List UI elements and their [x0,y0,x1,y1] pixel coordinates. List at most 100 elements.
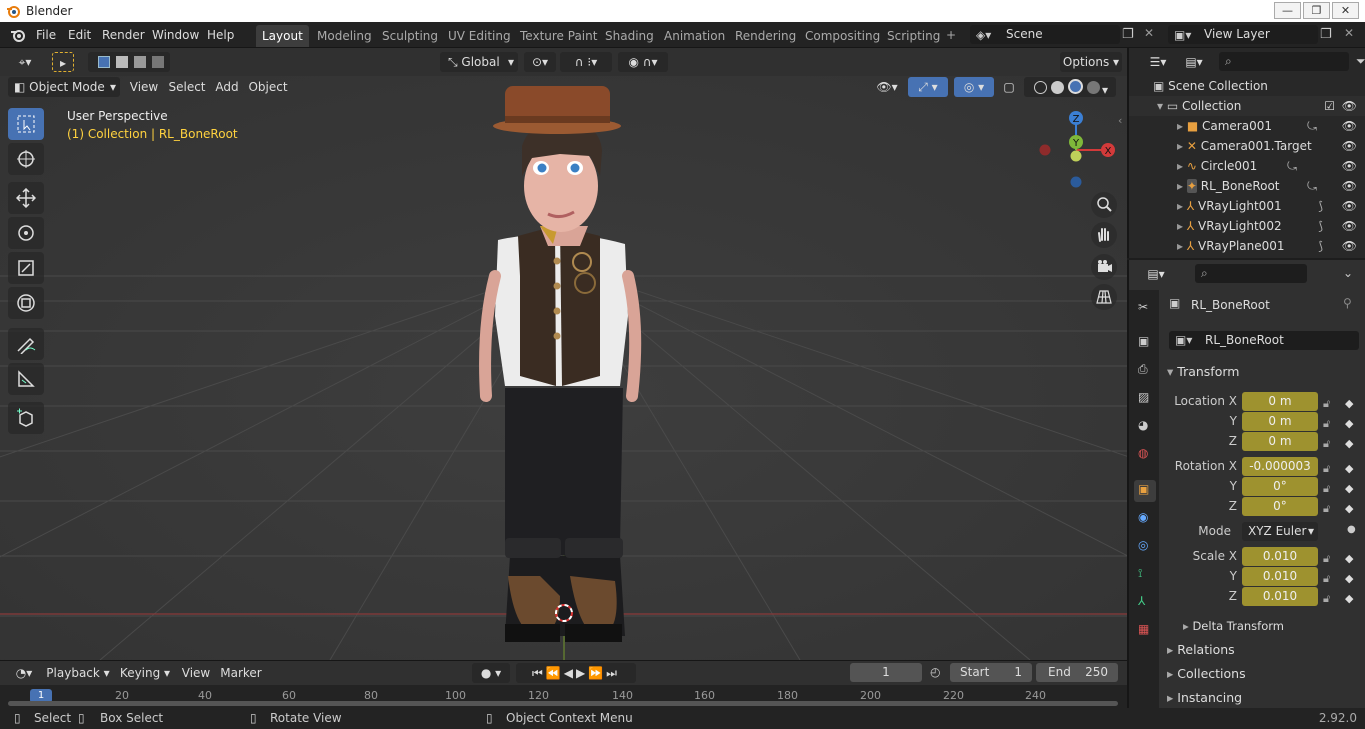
outliner-item[interactable]: ▸ ⅄ VRayPlane001 ⟆ 👁 [1129,236,1365,256]
gizmo-toggle-icon[interactable]: ⤢ ▾ [908,77,948,97]
checkbox-icon[interactable]: ☑ [1324,96,1335,116]
keyframe-icon[interactable]: ◆ ◆ ◆ [1345,459,1353,519]
lock-icon[interactable]: 🔓︎ 🔓︎ 🔓︎ [1323,394,1330,454]
3d-viewport[interactable] [0,76,1127,660]
outliner-item[interactable]: ▸ ⅄ VRayLight001 ⟆ 👁 [1129,196,1365,216]
rotation-x-field[interactable]: -0.000003 [1242,457,1318,476]
tab-animation[interactable]: Animation [658,25,731,47]
scene-selector[interactable]: Scene [970,25,1120,44]
pan-hand-icon[interactable] [1091,222,1117,248]
playback-controls[interactable]: ⏮⏪◀▶⏩⏭ [516,663,636,683]
tab-rendering[interactable]: Rendering [729,25,802,47]
select-box-tool[interactable] [8,108,44,140]
remove-view-layer-icon[interactable]: ✕ [1344,26,1362,42]
start-frame-field[interactable]: Start 1 [950,663,1032,682]
outliner-collection[interactable]: ▾ ▭ Collection ☑ 👁 [1129,96,1365,116]
editor-type-icon[interactable]: ⌖▾ [8,52,42,72]
outliner-editor-type-icon[interactable]: ☰▾ [1143,52,1173,72]
outliner-item[interactable]: ▸ ✦ RL_BoneRoot ⤿ 👁 [1129,176,1365,196]
move-tool[interactable] [8,182,44,214]
modifier-tab-icon[interactable]: ◉ [1134,508,1156,530]
tab-layout[interactable]: Layout [256,25,309,47]
maximize-button[interactable]: ❐ [1303,2,1330,19]
remove-scene-icon[interactable]: ✕ [1144,26,1162,42]
scene-tab-icon[interactable]: ◕ [1134,416,1156,438]
eye-icon[interactable]: 👁 [1342,156,1357,176]
selection-mode-icons[interactable] [88,52,170,72]
render-tab-icon[interactable]: ▣ [1134,332,1156,354]
animate-dot-icon[interactable]: ● [1347,524,1356,535]
transform-orientation-dropdown[interactable]: ⤡ Global ▾ [440,52,518,72]
new-scene-icon[interactable]: ❐ [1122,27,1140,43]
timeline-scrollbar[interactable] [8,701,1118,706]
collections-panel[interactable]: ▸ Collections [1167,666,1246,681]
navigation-gizmo[interactable]: Z X Y [1030,104,1122,196]
scale-z-field[interactable]: 0.010 [1242,587,1318,606]
tab-modeling[interactable]: Modeling [311,25,378,47]
tab-texture-paint[interactable]: Texture Paint [514,25,603,47]
outliner-item[interactable]: ▸ ✕ Camera001.Target 👁 [1129,136,1365,156]
tab-scripting[interactable]: Scripting [881,25,946,47]
tab-sculpting[interactable]: Sculpting [376,25,444,47]
tool-tab-icon[interactable]: ✂ [1134,298,1156,320]
data-tab-icon[interactable]: ⅄ [1134,592,1156,614]
camera-view-icon[interactable] [1091,254,1117,280]
zoom-icon[interactable] [1091,192,1117,218]
outliner-search-input[interactable]: ⌕ [1219,52,1349,71]
keyframe-record-icon[interactable]: ● ▾ [472,663,510,683]
tab-shading[interactable]: Shading [599,25,660,47]
lock-icon[interactable]: 🔓︎ 🔓︎ 🔓︎ [1323,549,1330,609]
scale-y-field[interactable]: 0.010 [1242,567,1318,586]
timeline-editor-type-icon[interactable]: ◔▾ [8,663,40,683]
texture-tab-icon[interactable]: ▦ [1134,620,1156,642]
scale-x-field[interactable]: 0.010 [1242,547,1318,566]
filter-icon[interactable]: ⏷ [1356,54,1365,69]
properties-editor-type-icon[interactable]: ▤▾ [1139,264,1173,284]
sidebar-toggle-icon[interactable]: ‹ [1118,114,1122,127]
eye-icon[interactable]: 👁 [1342,136,1357,156]
eye-icon[interactable]: 👁 [1342,196,1357,216]
object-tab-icon[interactable]: ▣ [1134,480,1156,502]
keyframe-icon[interactable]: ◆ ◆ ◆ [1345,549,1353,609]
overlays-toggle-icon[interactable]: ◎ ▾ [954,77,994,97]
output-tab-icon[interactable]: ⎙ [1134,360,1156,382]
eye-icon[interactable]: 👁 [1342,96,1357,116]
outliner-item[interactable]: ▸ ■ Camera001 ⤿ 👁 [1129,116,1365,136]
rotation-z-field[interactable]: 0° [1242,497,1318,516]
keyframe-icon[interactable]: ◆ ◆ ◆ [1345,394,1353,454]
outliner-display-mode-icon[interactable]: ▤▾ [1179,52,1209,72]
viewport-menu-object[interactable]: Object [246,77,290,97]
eye-icon[interactable]: 👁 [1342,176,1357,196]
eye-icon[interactable]: 👁 [1342,216,1357,236]
preview-range-icon[interactable]: ◴ [930,665,940,679]
end-frame-field[interactable]: End 250 [1036,663,1118,682]
world-tab-icon[interactable]: ◍ [1134,444,1156,466]
rotation-y-field[interactable]: 0° [1242,477,1318,496]
relations-panel[interactable]: ▸ Relations [1167,642,1235,657]
proportional-edit-icon[interactable]: ◉ ∩▾ [618,52,668,72]
timeline-menu-view[interactable]: View [178,663,214,683]
viewport-menu-select[interactable]: Select [166,77,208,97]
location-y-field[interactable]: 0 m [1242,412,1318,431]
ortho-grid-icon[interactable] [1091,284,1117,310]
tab-compositing[interactable]: Compositing [799,25,886,47]
xray-icon[interactable]: ▢ [1000,77,1018,97]
timeline-ruler[interactable]: 1 20 40 60 80 100 120 140 160 180 200 22… [0,687,1127,707]
instancing-panel[interactable]: ▸ Instancing [1167,690,1242,705]
rotation-mode-dropdown[interactable]: XYZ Euler ▾ [1242,522,1318,541]
eye-icon[interactable]: 👁 [1342,116,1357,136]
delta-transform-panel[interactable]: ▸ Delta Transform [1183,619,1284,633]
mode-dropdown[interactable]: ◧ Object Mode ▾ [8,77,120,97]
annotate-tool[interactable] [8,328,44,360]
outliner-scene-collection[interactable]: ▣ Scene Collection [1129,76,1365,96]
constraints-tab-icon[interactable]: ⟟ [1134,564,1156,586]
add-workspace-button[interactable]: + [940,26,962,45]
chevron-down-icon[interactable]: ⌄ [1343,266,1353,280]
blender-menu-icon[interactable] [9,27,27,43]
timeline-menu-marker[interactable]: Marker [218,663,264,683]
properties-search-input[interactable]: ⌕ [1195,264,1307,283]
menu-window[interactable]: Window [146,26,205,45]
location-z-field[interactable]: 0 m [1242,432,1318,451]
cursor-tool[interactable] [8,143,44,175]
timeline-menu-keying[interactable]: Keying ▾ [116,663,174,683]
